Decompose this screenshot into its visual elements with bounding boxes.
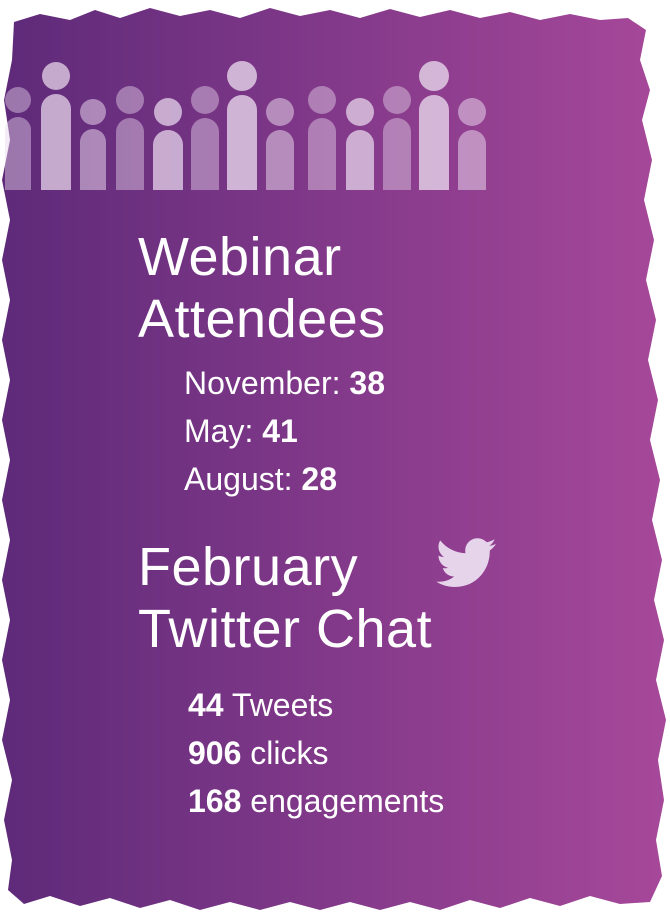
twitter-chat-title: February Twitter Chat — [138, 536, 432, 660]
twitter-bird-icon — [436, 538, 496, 587]
stat-label: November: — [184, 365, 350, 401]
stat-value: 28 — [301, 461, 337, 497]
stat-value: 906 — [188, 735, 242, 771]
twitter-stat-engagements: 168 engagements — [188, 784, 444, 818]
stat-label: August: — [184, 461, 302, 497]
stat-value: 38 — [349, 365, 385, 401]
twitter-chat-title-line1: February — [138, 537, 359, 597]
stat-value: 44 — [188, 687, 224, 723]
twitter-stat-tweets: 44 Tweets — [188, 688, 333, 722]
stat-label: Tweets — [223, 687, 334, 723]
webinar-title-line2: Attendees — [138, 289, 386, 349]
webinar-stat-november: November: 38 — [184, 366, 385, 400]
stat-value: 41 — [262, 413, 298, 449]
infographic-card: Webinar Attendees November: 38 May: 41 A… — [0, 0, 670, 920]
webinar-title-line1: Webinar — [138, 227, 342, 287]
stat-label: May: — [184, 413, 263, 449]
twitter-stat-clicks: 906 clicks — [188, 736, 329, 770]
webinar-title: Webinar Attendees — [138, 226, 386, 350]
webinar-stat-may: May: 41 — [184, 414, 298, 448]
twitter-chat-title-line2: Twitter Chat — [138, 599, 433, 659]
stat-label: engagements — [241, 783, 445, 819]
stat-label: clicks — [241, 735, 329, 771]
stat-value: 168 — [188, 783, 242, 819]
webinar-stat-august: August: 28 — [184, 462, 337, 496]
